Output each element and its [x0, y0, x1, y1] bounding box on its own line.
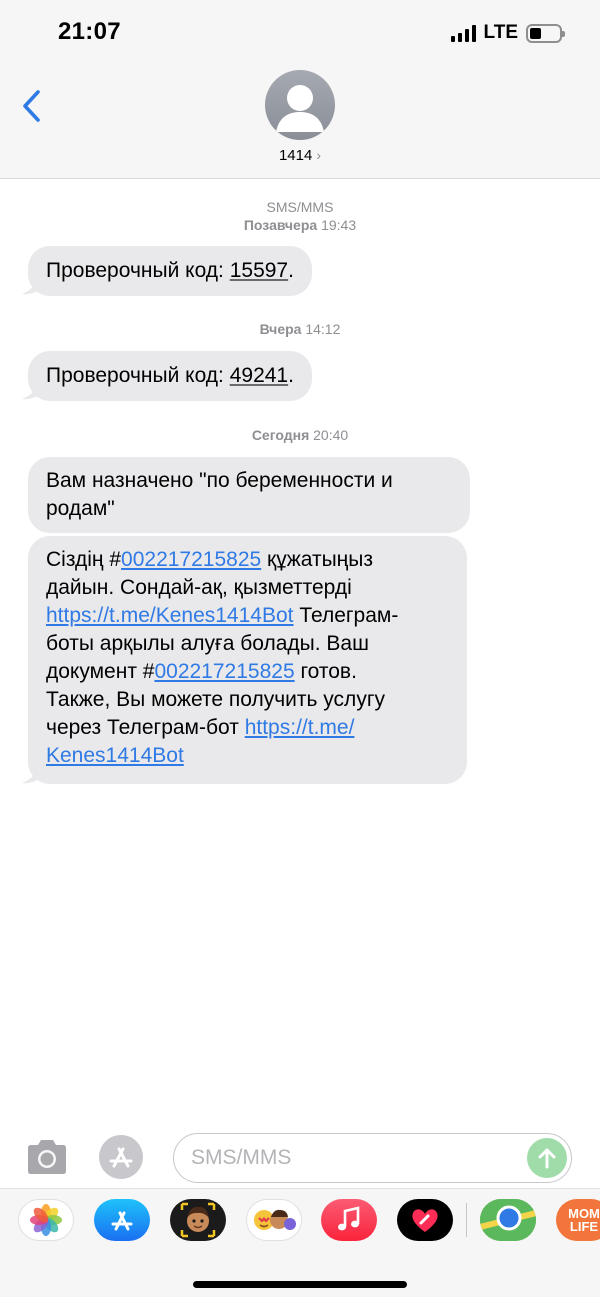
timestamp: Позавчера 19:43 [243, 217, 357, 233]
message-bubble[interactable]: Проверочный код: 49241. [28, 351, 312, 401]
telegram-bot-link[interactable]: Kenes1414Bot [46, 744, 184, 767]
telegram-bot-link[interactable]: https://t.me/ [245, 716, 355, 739]
music-icon [338, 1206, 360, 1231]
app-store-apps-icon[interactable] [98, 1134, 146, 1180]
momlife-icon: MOM LIFE [568, 1206, 600, 1234]
animoji-stickers-icon [254, 1209, 296, 1230]
document-number-link[interactable]: 002217215825 [154, 660, 294, 683]
battery-icon [526, 23, 565, 43]
service-label: SMS/MMS [266, 199, 334, 215]
status-time: 21:07 [58, 18, 121, 45]
app-store-icon [111, 1211, 133, 1231]
arrow-up-icon [538, 1148, 556, 1169]
maps-icon [480, 1199, 536, 1241]
photos-icon [30, 1204, 62, 1236]
app-store-button[interactable] [94, 1199, 150, 1241]
digital-touch-icon [412, 1209, 438, 1232]
imessage-app-drawer: MOM LIFE [0, 1188, 600, 1297]
send-button[interactable] [527, 1138, 567, 1178]
message-bubble[interactable]: Проверочный код: 15597. [28, 246, 312, 296]
telegram-bot-link[interactable]: https://t.me/Kenes1414Bot [46, 604, 294, 627]
memoji-button[interactable] [170, 1199, 226, 1241]
momlife-app-button[interactable]: MOM LIFE [556, 1199, 600, 1241]
animoji-stickers-button[interactable] [246, 1199, 302, 1241]
contact-name-button[interactable]: 1414 › [0, 147, 600, 164]
photos-app-button[interactable] [18, 1199, 74, 1241]
status-indicators: LTE [450, 22, 565, 44]
verification-code[interactable]: 49241 [230, 364, 288, 387]
music-button[interactable] [321, 1199, 377, 1241]
memoji-icon [180, 1202, 216, 1238]
contact-name: 1414 [278, 147, 313, 164]
home-indicator[interactable] [193, 1281, 407, 1288]
message-input-field[interactable] [173, 1133, 572, 1183]
contact-avatar[interactable] [265, 70, 335, 140]
message-bubble[interactable]: Вам назначено "по беременности и родам" [28, 457, 470, 533]
digital-touch-button[interactable] [397, 1199, 453, 1241]
timestamp: Сегодня 20:40 [251, 427, 349, 443]
contact-chevron-icon: › [316, 147, 322, 163]
verification-code[interactable]: 15597 [230, 259, 288, 282]
message-bubble[interactable]: Сіздің #002217215825 құжатыңыз дайын. Со… [28, 536, 467, 784]
camera-icon[interactable] [24, 1138, 70, 1176]
maps-button[interactable] [480, 1199, 536, 1241]
message-input[interactable] [191, 1144, 521, 1172]
app-strip-divider [466, 1203, 467, 1237]
conversation-header: 21:07 LTE 1414 › [0, 0, 600, 179]
person-silhouette-icon [276, 85, 324, 132]
document-number-link[interactable]: 002217215825 [121, 548, 261, 571]
network-type: LTE [483, 22, 518, 43]
back-chevron-icon[interactable] [18, 88, 48, 124]
cellular-signal-icon [450, 24, 476, 42]
timestamp: Вчера 14:12 [259, 321, 341, 337]
